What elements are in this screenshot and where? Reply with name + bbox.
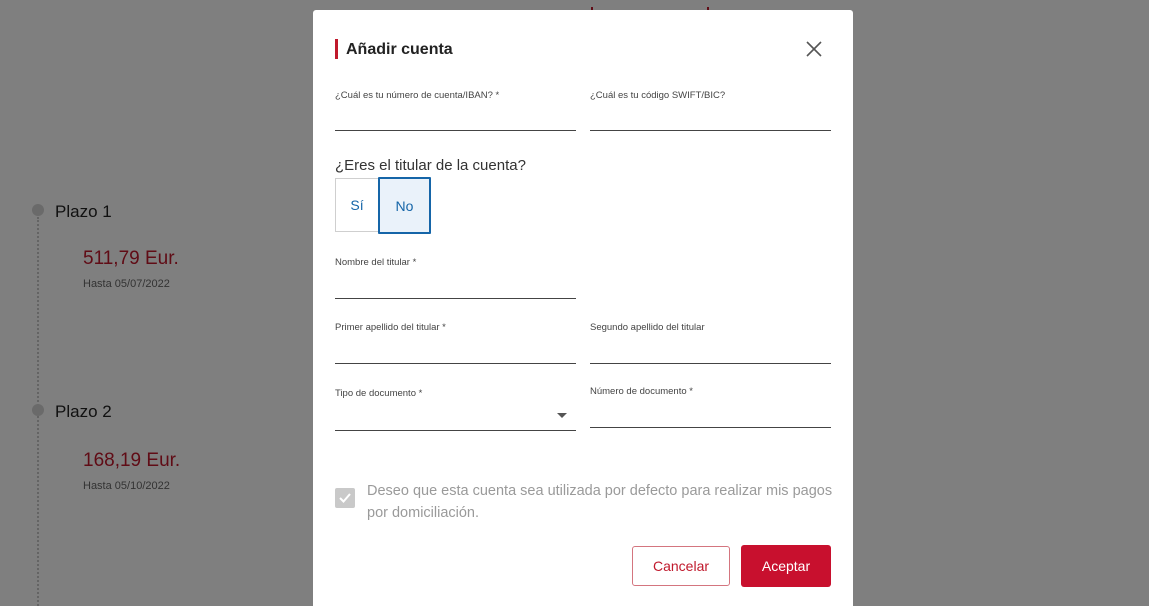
default-account-checkbox[interactable] xyxy=(335,488,355,508)
second-surname-field[interactable]: Segundo apellido del titular xyxy=(590,322,831,364)
holder-question: ¿Eres el titular de la cuenta? xyxy=(335,157,526,174)
dialog-title: Añadir cuenta xyxy=(346,41,453,58)
iban-field[interactable]: ¿Cuál es tu número de cuenta/IBAN? * xyxy=(335,90,576,131)
holder-name-label: Nombre del titular * xyxy=(335,257,417,268)
accept-button[interactable]: Aceptar xyxy=(741,545,831,587)
document-type-select[interactable]: Tipo de documento * xyxy=(335,388,576,431)
check-icon xyxy=(339,493,351,503)
holder-yes-option[interactable]: Sí xyxy=(335,178,378,232)
chevron-down-icon[interactable] xyxy=(557,413,567,418)
default-account-label: Deseo que esta cuenta sea utilizada por … xyxy=(367,483,833,521)
document-number-field[interactable]: Número de documento * xyxy=(590,386,831,428)
holder-name-field[interactable]: Nombre del titular * xyxy=(335,257,576,299)
add-account-dialog: Añadir cuenta ¿Cuál es tu número de cuen… xyxy=(313,10,853,606)
swift-field[interactable]: ¿Cuál es tu código SWIFT/BIC? xyxy=(590,90,831,131)
close-button[interactable] xyxy=(803,38,825,60)
second-surname-label: Segundo apellido del titular xyxy=(590,322,705,333)
first-surname-field[interactable]: Primer apellido del titular * xyxy=(335,322,576,364)
holder-no-option[interactable]: No xyxy=(378,177,431,234)
document-number-label: Número de documento * xyxy=(590,386,693,397)
document-type-label: Tipo de documento * xyxy=(335,388,423,399)
iban-label: ¿Cuál es tu número de cuenta/IBAN? * xyxy=(335,90,500,101)
close-icon xyxy=(806,41,822,57)
cancel-button[interactable]: Cancelar xyxy=(632,546,730,586)
swift-label: ¿Cuál es tu código SWIFT/BIC? xyxy=(590,90,726,101)
first-surname-label: Primer apellido del titular * xyxy=(335,322,446,333)
title-accent-bar xyxy=(335,39,338,59)
